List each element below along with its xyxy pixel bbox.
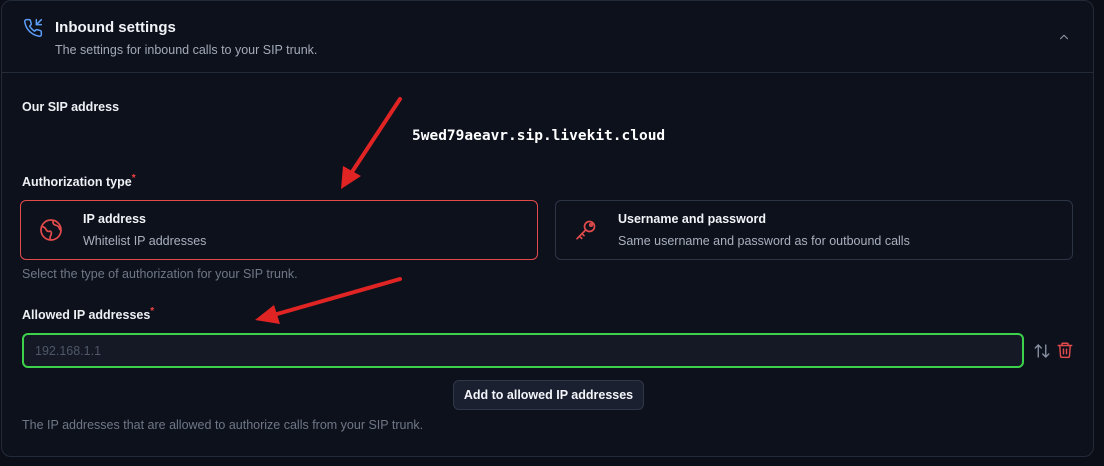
auth-option-title: Username and password: [618, 212, 766, 226]
required-marker: *: [150, 306, 155, 317]
sip-address-label: Our SIP address: [22, 100, 120, 114]
panel-title: Inbound settings: [55, 19, 176, 36]
auth-option-description: Whitelist IP addresses: [83, 234, 207, 248]
authorization-type-label: Authorization type*: [22, 173, 136, 189]
authorization-type-hint: Select the type of authorization for you…: [22, 267, 298, 281]
sip-address-value: 5wed79aeavr.sip.livekit.cloud: [412, 128, 666, 144]
panel-header[interactable]: Inbound settings The settings for inboun…: [2, 1, 1093, 73]
add-ip-address-button[interactable]: Add to allowed IP addresses: [453, 380, 644, 410]
auth-option-title: IP address: [83, 212, 147, 226]
auth-option-username-password[interactable]: Username and password Same username and …: [555, 200, 1073, 260]
auth-option-description: Same username and password as for outbou…: [618, 234, 910, 248]
allowed-ip-addresses-label: Allowed IP addresses*: [22, 306, 155, 322]
key-icon: [576, 220, 596, 240]
auth-option-ip-address[interactable]: IP address Whitelist IP addresses: [20, 200, 538, 260]
ip-address-input[interactable]: [22, 333, 1024, 368]
trash-icon[interactable]: [1056, 341, 1074, 359]
required-marker: *: [131, 173, 136, 184]
chevron-up-icon[interactable]: [1057, 30, 1071, 44]
inbound-settings-panel: Inbound settings The settings for inboun…: [1, 0, 1094, 457]
globe-icon: [40, 219, 62, 241]
phone-incoming-icon: [24, 18, 43, 37]
panel-subtitle: The settings for inbound calls to your S…: [55, 43, 318, 57]
allowed-ip-addresses-hint: The IP addresses that are allowed to aut…: [22, 418, 424, 432]
sort-arrows-icon[interactable]: [1033, 342, 1051, 360]
